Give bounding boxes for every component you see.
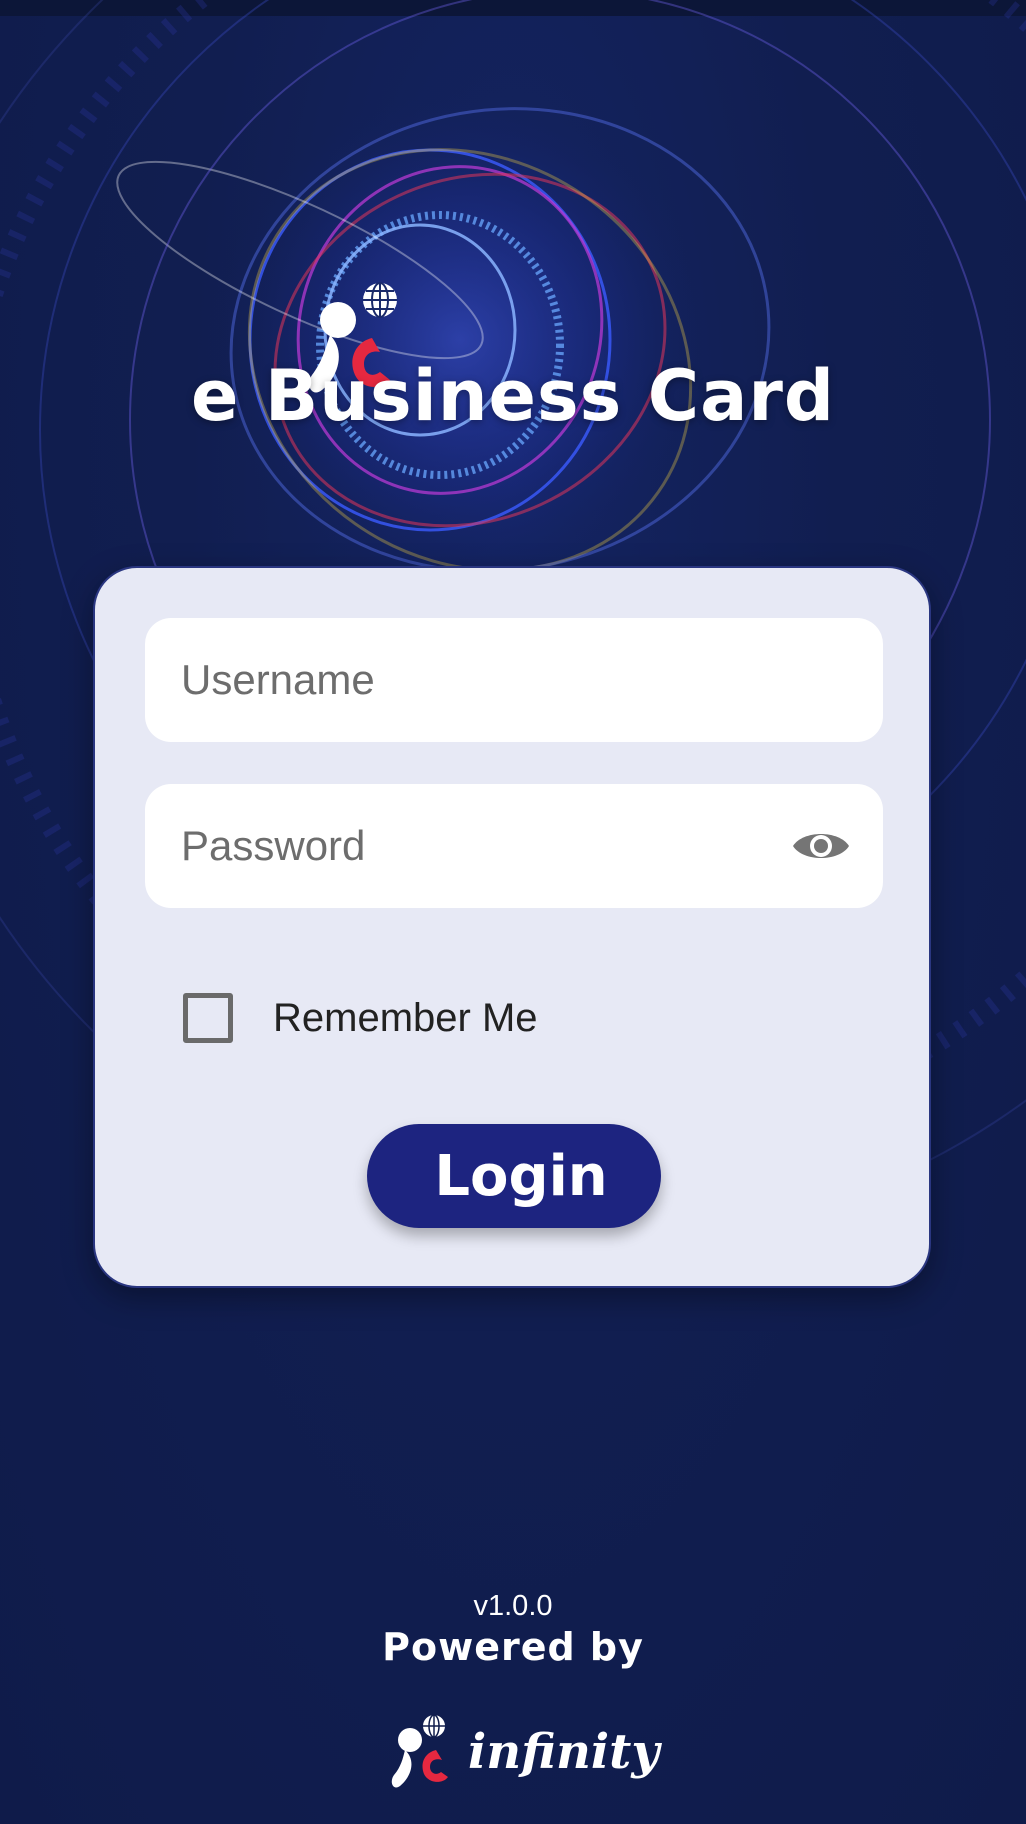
login-card: Remember Me Login xyxy=(93,566,931,1288)
remember-me-label: Remember Me xyxy=(273,995,538,1040)
brand-name: infinity xyxy=(468,1724,660,1780)
eye-icon[interactable] xyxy=(791,822,851,870)
username-field[interactable] xyxy=(145,618,883,742)
infinity-logo-icon xyxy=(391,1714,448,1788)
password-field[interactable] xyxy=(145,784,883,908)
remember-me-checkbox[interactable] xyxy=(183,993,233,1043)
remember-me-row[interactable]: Remember Me xyxy=(183,988,538,1048)
app-title: e Business Card xyxy=(191,355,835,437)
footer-brand: infinity xyxy=(390,1712,659,1792)
username-input[interactable] xyxy=(181,618,781,742)
powered-by-label: Powered by xyxy=(382,1625,644,1669)
login-screen: e Business Card Remember Me Login v1.0.0… xyxy=(0,0,1026,1824)
password-input[interactable] xyxy=(181,784,781,908)
login-button[interactable]: Login xyxy=(367,1124,661,1228)
version-label: v1.0.0 xyxy=(473,1590,553,1622)
